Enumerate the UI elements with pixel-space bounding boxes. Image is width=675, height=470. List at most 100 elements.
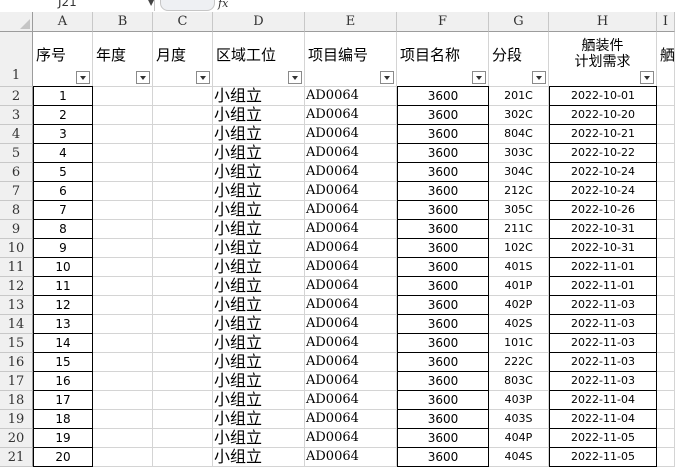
cell-seg[interactable]: 304C [489, 163, 549, 182]
row-header-1[interactable]: 1 [0, 32, 33, 87]
cell-proj[interactable]: AD0064 [305, 410, 397, 429]
empty-cell[interactable] [657, 182, 675, 201]
empty-cell[interactable] [657, 106, 675, 125]
cell-seg[interactable]: 803C [489, 372, 549, 391]
empty-cell[interactable] [657, 144, 675, 163]
empty-cell[interactable] [153, 201, 213, 220]
empty-cell[interactable] [657, 258, 675, 277]
cell-proj[interactable]: AD0064 [305, 201, 397, 220]
filter-dropdown-icon[interactable] [288, 71, 302, 84]
cell-date[interactable]: 2022-10-31 [549, 239, 657, 258]
cell-seq[interactable]: 4 [33, 144, 93, 163]
cell-proj[interactable]: AD0064 [305, 391, 397, 410]
empty-cell[interactable] [153, 220, 213, 239]
empty-cell[interactable] [657, 353, 675, 372]
header-cell-a[interactable]: 序号 [33, 32, 93, 87]
cell-area[interactable]: 小组立 [213, 372, 305, 391]
cell-date[interactable]: 2022-10-01 [549, 87, 657, 106]
cell-proj[interactable]: AD0064 [305, 106, 397, 125]
cell-name[interactable]: 3600 [397, 125, 489, 144]
cell-seg[interactable]: 403P [489, 391, 549, 410]
filter-dropdown-icon[interactable] [380, 71, 394, 84]
cell-date[interactable]: 2022-11-01 [549, 277, 657, 296]
cell-seq[interactable]: 9 [33, 239, 93, 258]
cell-date[interactable]: 2022-10-21 [549, 125, 657, 144]
cell-date[interactable]: 2022-10-24 [549, 163, 657, 182]
cell-seg[interactable]: 302C [489, 106, 549, 125]
empty-cell[interactable] [93, 258, 153, 277]
column-header-e[interactable]: E [305, 12, 397, 32]
row-header[interactable]: 21 [0, 448, 33, 467]
cell-date[interactable]: 2022-11-01 [549, 258, 657, 277]
empty-cell[interactable] [153, 239, 213, 258]
filter-dropdown-icon[interactable] [76, 71, 90, 84]
empty-cell[interactable] [93, 353, 153, 372]
row-header[interactable]: 18 [0, 391, 33, 410]
empty-cell[interactable] [657, 315, 675, 334]
row-header[interactable]: 16 [0, 353, 33, 372]
cell-name[interactable]: 3600 [397, 372, 489, 391]
cell-seq[interactable]: 16 [33, 372, 93, 391]
row-header[interactable]: 19 [0, 410, 33, 429]
cell-area[interactable]: 小组立 [213, 239, 305, 258]
cell-proj[interactable]: AD0064 [305, 87, 397, 106]
empty-cell[interactable] [93, 315, 153, 334]
cell-area[interactable]: 小组立 [213, 144, 305, 163]
header-cell-d[interactable]: 区域工位 [213, 32, 305, 87]
empty-cell[interactable] [657, 296, 675, 315]
cell-seg[interactable]: 212C [489, 182, 549, 201]
column-header-d[interactable]: D [213, 12, 305, 32]
column-header-i[interactable]: I [657, 12, 675, 32]
cell-seg[interactable]: 201C [489, 87, 549, 106]
empty-cell[interactable] [657, 277, 675, 296]
cell-area[interactable]: 小组立 [213, 277, 305, 296]
column-header-g[interactable]: G [489, 12, 549, 32]
empty-cell[interactable] [657, 87, 675, 106]
cell-date[interactable]: 2022-11-05 [549, 448, 657, 467]
row-header[interactable]: 12 [0, 277, 33, 296]
cell-area[interactable]: 小组立 [213, 125, 305, 144]
cell-area[interactable]: 小组立 [213, 315, 305, 334]
empty-cell[interactable] [153, 410, 213, 429]
cell-area[interactable]: 小组立 [213, 106, 305, 125]
row-header[interactable]: 10 [0, 239, 33, 258]
empty-cell[interactable] [153, 353, 213, 372]
cell-seq[interactable]: 12 [33, 296, 93, 315]
cell-area[interactable]: 小组立 [213, 87, 305, 106]
cell-seq[interactable]: 20 [33, 448, 93, 467]
empty-cell[interactable] [93, 296, 153, 315]
filter-dropdown-icon[interactable] [472, 71, 486, 84]
cell-seq[interactable]: 19 [33, 429, 93, 448]
cell-name[interactable]: 3600 [397, 410, 489, 429]
cell-seq[interactable]: 13 [33, 315, 93, 334]
cell-proj[interactable]: AD0064 [305, 144, 397, 163]
cell-seg[interactable]: 404S [489, 448, 549, 467]
cell-proj[interactable]: AD0064 [305, 163, 397, 182]
cell-name[interactable]: 3600 [397, 182, 489, 201]
cell-date[interactable]: 2022-10-24 [549, 182, 657, 201]
cell-proj[interactable]: AD0064 [305, 429, 397, 448]
row-header[interactable]: 20 [0, 429, 33, 448]
cell-proj[interactable]: AD0064 [305, 353, 397, 372]
empty-cell[interactable] [93, 277, 153, 296]
cell-proj[interactable]: AD0064 [305, 182, 397, 201]
empty-cell[interactable] [657, 448, 675, 467]
empty-cell[interactable] [153, 144, 213, 163]
name-box[interactable]: J21 [0, 0, 155, 11]
cell-seq[interactable]: 18 [33, 410, 93, 429]
header-cell-h[interactable]: 舾装件 计划需求 [549, 32, 657, 87]
cell-date[interactable]: 2022-10-20 [549, 106, 657, 125]
empty-cell[interactable] [657, 220, 675, 239]
filter-dropdown-icon[interactable] [136, 71, 150, 84]
cell-proj[interactable]: AD0064 [305, 277, 397, 296]
cell-date[interactable]: 2022-10-26 [549, 201, 657, 220]
cell-area[interactable]: 小组立 [213, 220, 305, 239]
row-header[interactable]: 13 [0, 296, 33, 315]
cell-seq[interactable]: 7 [33, 201, 93, 220]
empty-cell[interactable] [657, 372, 675, 391]
cell-proj[interactable]: AD0064 [305, 448, 397, 467]
cell-name[interactable]: 3600 [397, 239, 489, 258]
cell-date[interactable]: 2022-11-04 [549, 410, 657, 429]
empty-cell[interactable] [93, 87, 153, 106]
empty-cell[interactable] [93, 239, 153, 258]
